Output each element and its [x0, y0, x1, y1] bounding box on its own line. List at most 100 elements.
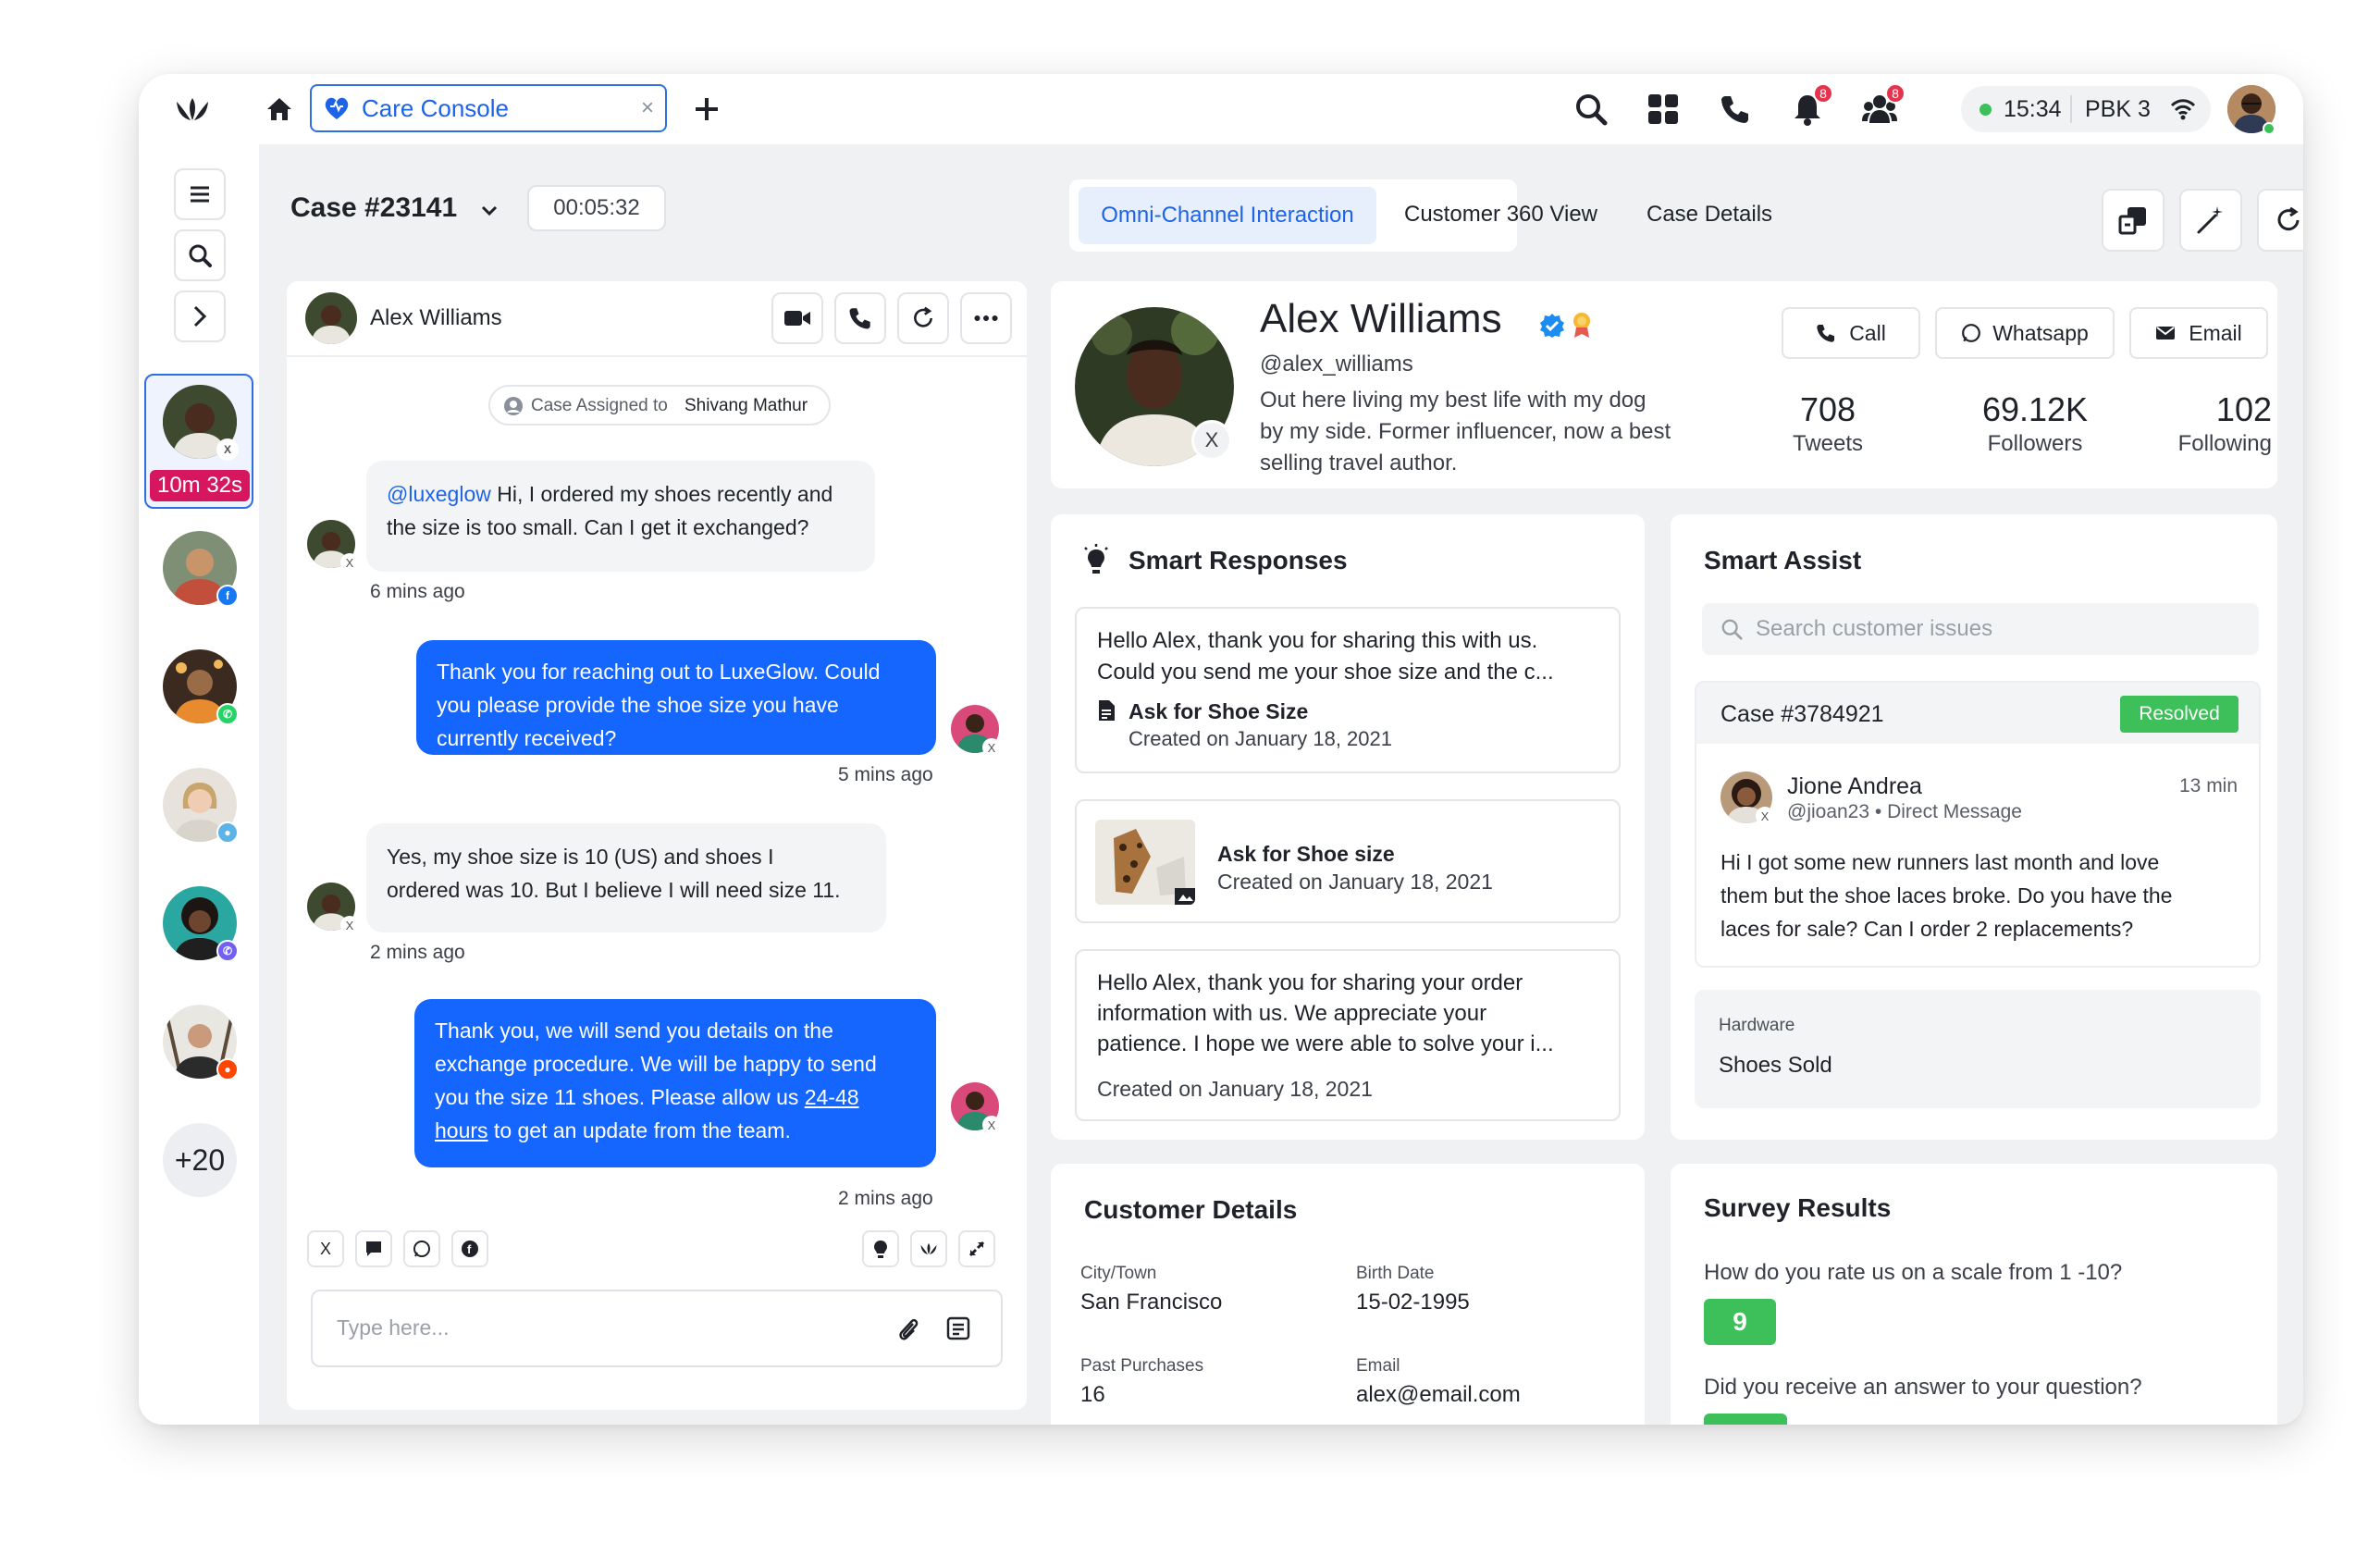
smart-assist-panel: Smart Assist Search customer issues Case… — [1671, 514, 2277, 1140]
menu-button[interactable] — [174, 168, 226, 220]
field-value: San Francisco — [1080, 1290, 1223, 1315]
response-title: Ask for Shoe Size — [1128, 699, 1309, 723]
stat-followers: 69.12K Followers — [1961, 390, 2109, 457]
verified-icon — [1539, 313, 1565, 339]
brand-logo-icon[interactable] — [172, 89, 213, 130]
tab-care-console[interactable]: Care Console × — [310, 84, 667, 132]
panel-title: Smart Assist — [1704, 546, 1862, 574]
phone-icon[interactable] — [1715, 89, 1756, 130]
refresh-button[interactable] — [2257, 189, 2303, 252]
case-title: Case #23141 — [290, 192, 458, 223]
whatsapp-button[interactable]: Whatsapp — [1935, 307, 2115, 359]
apps-grid-icon[interactable] — [1643, 89, 1684, 130]
hours-link[interactable]: 24-48 — [805, 1085, 859, 1109]
tab-case-details[interactable]: Case Details — [1646, 202, 1772, 228]
mail-icon — [2156, 327, 2176, 340]
message-line: Hi I got some new runners last month and… — [1720, 850, 2160, 874]
response-line: Could you send me your shoe size and the… — [1097, 660, 1554, 685]
attachment-icon[interactable] — [897, 1315, 919, 1343]
lightbulb-icon — [1082, 544, 1110, 577]
sms-channel-button[interactable] — [355, 1230, 392, 1267]
hours-link[interactable]: hours — [435, 1118, 488, 1142]
message-text: Thank you for reaching out to LuxeGlow. … — [437, 660, 881, 684]
active-conversation[interactable]: X 10m 32s — [144, 374, 253, 509]
stat-following: 102 Following — [2142, 390, 2272, 457]
field-birth-date: Birth Date 15-02-1995 — [1356, 1264, 1470, 1315]
more-conversations[interactable]: +20 — [163, 1123, 237, 1197]
home-icon[interactable] — [259, 89, 300, 130]
chat-more-button[interactable] — [960, 292, 1012, 344]
message-text: you the size 11 shoes. Please allow us — [435, 1085, 805, 1109]
author-meta: @jioan23 • Direct Message — [1787, 801, 2022, 822]
smart-response-card[interactable]: Ask for Shoe size Created on January 18,… — [1075, 799, 1621, 923]
x-icon: X — [340, 553, 359, 572]
message-time: 2 mins ago — [838, 1188, 933, 1209]
field-label: Birth Date — [1356, 1264, 1435, 1283]
message-text: Yes, my shoe size is 10 (US) and shoes I — [387, 845, 774, 869]
reddit-icon: ● — [216, 1058, 239, 1080]
survey-question: Did you receive an answer to your questi… — [1704, 1375, 2142, 1400]
transfer-button[interactable] — [2102, 189, 2164, 252]
search-placeholder: Search customer issues — [1756, 616, 1993, 641]
whatsapp-icon: ✆ — [216, 703, 239, 725]
status-pill[interactable]: 15:34 PBK 3 — [1961, 86, 2211, 132]
tab-omni-channel[interactable]: Omni-Channel Interaction — [1079, 187, 1376, 244]
email-button[interactable]: Email — [2129, 307, 2268, 359]
smart-response-card[interactable]: Hello Alex, thank you for sharing this w… — [1075, 607, 1621, 773]
stat-tweets: 708 Tweets — [1772, 390, 1883, 457]
x-icon: X — [340, 916, 359, 934]
call-button[interactable]: Call — [1782, 307, 1920, 359]
chat-bubble-icon: ● — [216, 821, 239, 844]
stat-label: Following — [2177, 431, 2272, 456]
message-text: exchange procedure. We will be happy to … — [435, 1052, 877, 1076]
profile-handle: @alex_williams — [1260, 352, 1413, 377]
bio-line: selling travel author. — [1260, 451, 1458, 475]
bell-icon[interactable]: 8 — [1787, 83, 1833, 130]
mention-link[interactable]: @luxeglow — [387, 482, 491, 506]
magic-wand-button[interactable] — [2179, 189, 2242, 252]
field-label: Past Purchases — [1080, 1356, 1204, 1376]
whatsapp-label: Whatsapp — [1992, 320, 2089, 345]
x-channel-button[interactable]: X — [307, 1230, 344, 1267]
message-time: 6 mins ago — [370, 581, 465, 602]
field-label: City/Town — [1080, 1264, 1157, 1283]
voice-call-button[interactable] — [834, 292, 886, 344]
network-label: PBK 3 — [2085, 96, 2151, 122]
stat-value: 69.12K — [1981, 390, 2089, 428]
search-icon[interactable] — [1571, 89, 1611, 130]
issue-search-input[interactable]: Search customer issues — [1702, 603, 2259, 655]
rail-search-button[interactable] — [174, 229, 226, 281]
field-email: Email alex@email.com — [1356, 1356, 1521, 1408]
bulb-button[interactable] — [862, 1230, 899, 1267]
brand-reply-button[interactable] — [910, 1230, 947, 1267]
field-label: Email — [1356, 1356, 1400, 1376]
bio-line: by my side. Former influencer, now a bes… — [1260, 419, 1671, 444]
message-input[interactable]: Type here... — [311, 1290, 1003, 1367]
related-case-card[interactable]: Case #3784921 Resolved X Jione Andrea @j… — [1695, 681, 2261, 968]
chevron-down-icon[interactable] — [477, 198, 501, 222]
whatsapp-channel-button[interactable] — [403, 1230, 440, 1267]
message-line: laces for sale? Can I order 2 replacemen… — [1720, 917, 2134, 941]
tab-customer-360[interactable]: Customer 360 View — [1404, 202, 1597, 228]
chat-refresh-button[interactable] — [897, 292, 949, 344]
smart-response-card[interactable]: Hello Alex, thank you for sharing your o… — [1075, 949, 1621, 1121]
message-input-placeholder: Type here... — [337, 1315, 450, 1340]
search-icon — [1720, 618, 1743, 640]
close-icon[interactable]: × — [641, 95, 654, 121]
profile-name: Alex Williams — [1260, 296, 1502, 341]
message-text: the size is too small. Can I get it exch… — [387, 515, 809, 539]
templates-icon[interactable] — [945, 1315, 971, 1341]
message-time: 5 mins ago — [838, 764, 933, 785]
add-tab-icon[interactable] — [686, 89, 727, 130]
team-icon[interactable]: 8 — [1859, 83, 1906, 130]
user-icon — [503, 396, 524, 416]
document-icon — [1097, 699, 1116, 722]
chat-panel: Alex Williams Case Assigned to Shivang M… — [287, 281, 1027, 1410]
video-call-button[interactable] — [771, 292, 823, 344]
x-icon: X — [982, 738, 1001, 757]
facebook-channel-button[interactable]: f — [451, 1230, 488, 1267]
expand-composer-button[interactable] — [958, 1230, 995, 1267]
agent-message-bubble: Thank you, we will send you details on t… — [414, 999, 936, 1167]
expand-button[interactable] — [174, 290, 226, 342]
field-value: alex@email.com — [1356, 1382, 1521, 1407]
